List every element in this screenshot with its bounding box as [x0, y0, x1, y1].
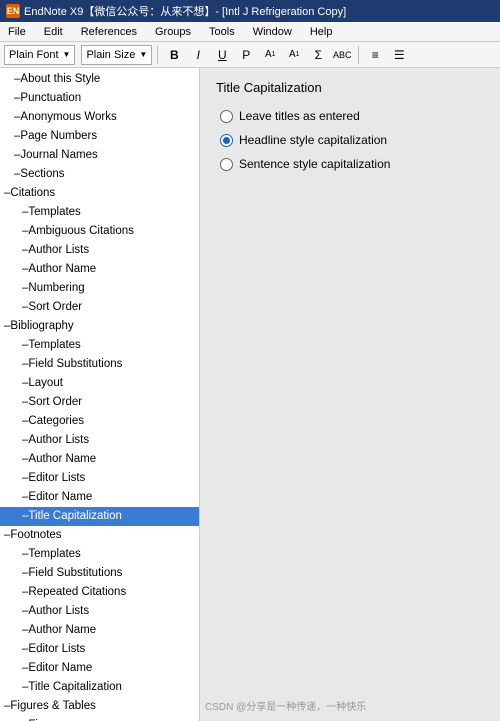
superscript-btn[interactable]: A1	[259, 45, 281, 65]
subscript-btn[interactable]: A1	[283, 45, 305, 65]
tree-item-sort-order[interactable]: –Sort Order	[0, 298, 199, 317]
menu-tools[interactable]: Tools	[205, 24, 239, 40]
tree-item-citations-templates[interactable]: –Templates	[0, 203, 199, 222]
font-dropdown[interactable]: Plain Font ▼	[4, 45, 75, 65]
bold-btn[interactable]: B	[163, 45, 185, 65]
tree-item-title-capitalization[interactable]: –Title Capitalization	[0, 507, 199, 526]
menu-window[interactable]: Window	[249, 24, 296, 40]
tree-item-citations[interactable]: –Citations	[0, 184, 199, 203]
radio-option-sentence-style[interactable]: Sentence style capitalization	[220, 157, 484, 171]
tree-item-ambiguous-citations[interactable]: –Ambiguous Citations	[0, 222, 199, 241]
underline-btn[interactable]: U	[211, 45, 233, 65]
tree-item-fn-editor-lists[interactable]: –Editor Lists	[0, 640, 199, 659]
content-title: Title Capitalization	[216, 80, 484, 95]
app-icon: EN	[6, 4, 20, 18]
tree-item-page-numbers[interactable]: –Page Numbers	[0, 127, 199, 146]
tree-item-fn-author-name[interactable]: –Author Name	[0, 621, 199, 640]
align-left-btn[interactable]: ≡	[364, 45, 386, 65]
tree-item-categories[interactable]: –Categories	[0, 412, 199, 431]
menu-groups[interactable]: Groups	[151, 24, 195, 40]
tree-item-bib-author-lists[interactable]: –Author Lists	[0, 431, 199, 450]
tree-item-bib-templates[interactable]: –Templates	[0, 336, 199, 355]
tree-item-fn-title-capitalization[interactable]: –Title Capitalization	[0, 678, 199, 697]
tree-item-figures-tables[interactable]: –Figures & Tables	[0, 697, 199, 716]
tree-item-fn-field-substitutions[interactable]: –Field Substitutions	[0, 564, 199, 583]
align-right-btn[interactable]: ☰	[388, 45, 410, 65]
tree-item-journal-names[interactable]: –Journal Names	[0, 146, 199, 165]
toolbar-separator-2	[358, 46, 359, 64]
sigma-btn[interactable]: Σ	[307, 45, 329, 65]
title-bar: EN EndNote X9【微信公众号：从来不想】- [Intl J Refri…	[0, 0, 500, 22]
title-bar-text: EndNote X9【微信公众号：从来不想】- [Intl J Refriger…	[24, 3, 346, 19]
radio-label-leave-titles: Leave titles as entered	[239, 109, 360, 123]
tree-item-editor-name[interactable]: –Editor Name	[0, 488, 199, 507]
tree-panel: –About this Style–Punctuation–Anonymous …	[0, 68, 200, 721]
tree-item-fn-author-lists[interactable]: –Author Lists	[0, 602, 199, 621]
menu-file[interactable]: File	[4, 24, 30, 40]
size-dropdown[interactable]: Plain Size ▼	[81, 45, 152, 65]
menu-help[interactable]: Help	[306, 24, 337, 40]
tree-item-footnotes[interactable]: –Footnotes	[0, 526, 199, 545]
smallcaps-btn[interactable]: ABC	[331, 45, 353, 65]
menu-references[interactable]: References	[77, 24, 141, 40]
radio-label-sentence-style: Sentence style capitalization	[239, 157, 390, 171]
size-dropdown-arrow: ▼	[139, 50, 147, 59]
tree-item-repeated-citations[interactable]: –Repeated Citations	[0, 583, 199, 602]
radio-circle-sentence-style	[220, 158, 233, 171]
tree-item-field-substitutions[interactable]: –Field Substitutions	[0, 355, 199, 374]
tree-item-editor-lists[interactable]: –Editor Lists	[0, 469, 199, 488]
tree-item-author-lists[interactable]: –Author Lists	[0, 241, 199, 260]
tree-item-sections[interactable]: –Sections	[0, 165, 199, 184]
font-dropdown-arrow: ▼	[63, 50, 71, 59]
radio-circle-headline-style	[220, 134, 233, 147]
tree-item-anonymous-works[interactable]: –Anonymous Works	[0, 108, 199, 127]
radio-circle-leave-titles	[220, 110, 233, 123]
radio-label-headline-style: Headline style capitalization	[239, 133, 387, 147]
tree-item-about-style[interactable]: –About this Style	[0, 70, 199, 89]
toolbar: Plain Font ▼ Plain Size ▼ B I U P A1 A1 …	[0, 42, 500, 68]
tree-item-bib-sort-order[interactable]: –Sort Order	[0, 393, 199, 412]
radio-option-leave-titles[interactable]: Leave titles as entered	[220, 109, 484, 123]
main-area: –About this Style–Punctuation–Anonymous …	[0, 68, 500, 721]
toolbar-separator-1	[157, 46, 158, 64]
plain-btn[interactable]: P	[235, 45, 257, 65]
content-panel: Title Capitalization Leave titles as ent…	[200, 68, 500, 721]
tree-item-figures[interactable]: –Figures	[0, 716, 199, 721]
menu-edit[interactable]: Edit	[40, 24, 67, 40]
tree-item-bib-author-name[interactable]: –Author Name	[0, 450, 199, 469]
tree-item-bibliography[interactable]: –Bibliography	[0, 317, 199, 336]
tree-item-fn-editor-name[interactable]: –Editor Name	[0, 659, 199, 678]
italic-btn[interactable]: I	[187, 45, 209, 65]
tree-item-author-name[interactable]: –Author Name	[0, 260, 199, 279]
tree-item-numbering[interactable]: –Numbering	[0, 279, 199, 298]
tree-item-fn-templates[interactable]: –Templates	[0, 545, 199, 564]
menu-bar: File Edit References Groups Tools Window…	[0, 22, 500, 42]
radio-group: Leave titles as entered Headline style ca…	[220, 109, 484, 171]
tree-item-layout[interactable]: –Layout	[0, 374, 199, 393]
radio-option-headline-style[interactable]: Headline style capitalization	[220, 133, 484, 147]
tree-item-punctuation[interactable]: –Punctuation	[0, 89, 199, 108]
